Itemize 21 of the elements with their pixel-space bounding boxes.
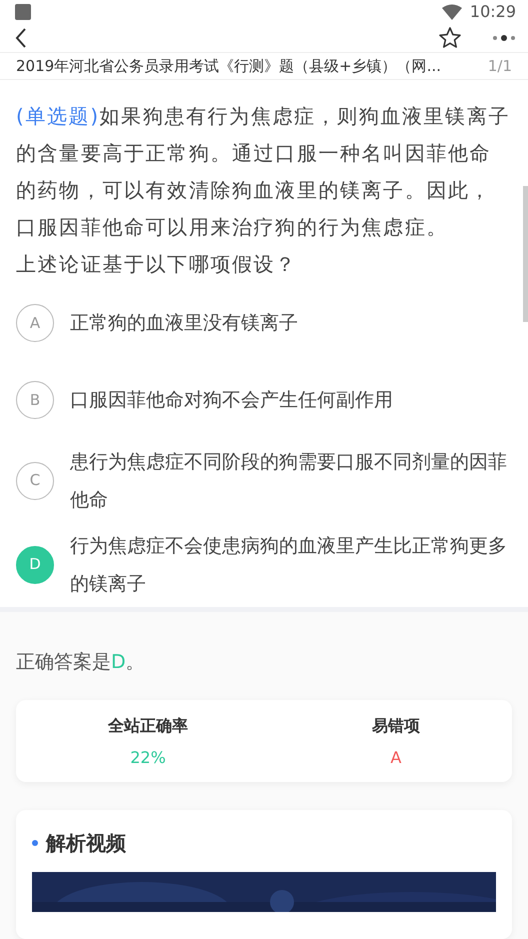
option-text[interactable]: 行为焦虑症不会使患病狗的血液里产生比正常狗更多的镁离子 <box>70 526 512 603</box>
exam-title: 2019年河北省公务员录用考试《行测》题（县级+乡镇）（网... <box>16 56 442 77</box>
bullet-icon <box>32 840 38 846</box>
correct-answer-text: 正确答案是D。 <box>16 650 145 673</box>
stat-label: 全站正确率 <box>108 715 188 738</box>
option-text[interactable]: 口服因菲他命对狗不会产生任何副作用 <box>70 381 393 420</box>
stat-label: 易错项 <box>372 715 420 738</box>
notification-icon <box>14 3 32 21</box>
option-text[interactable]: 正常狗的血液里没有镁离子 <box>70 304 298 342</box>
stat-value: A <box>390 747 402 770</box>
more-icon[interactable] <box>492 34 516 42</box>
question-prompt: 上述论证基于以下哪项假设？ <box>16 250 298 278</box>
star-icon[interactable] <box>438 26 462 50</box>
back-icon[interactable] <box>14 27 28 50</box>
stat-value: 22% <box>130 747 166 770</box>
time: 10:29 <box>470 1 516 23</box>
section-title: 解析视频 <box>46 830 126 858</box>
question-counter: 1/1 <box>488 56 512 77</box>
option-text[interactable]: 患行为焦虑症不同阶段的狗需要口服不同剂量的因菲他命 <box>70 442 512 519</box>
question-text: (单选题)如果狗患有行为焦虑症，则狗血液里镁离子的含量要高于正常狗。通过口服一种名叫因菲他命的药物，可以有效清除狗血液里的镁离子。因此，口服因菲他命可以用来治疗狗的行为焦虑症。 <box>16 102 512 241</box>
wifi-icon <box>442 4 462 20</box>
